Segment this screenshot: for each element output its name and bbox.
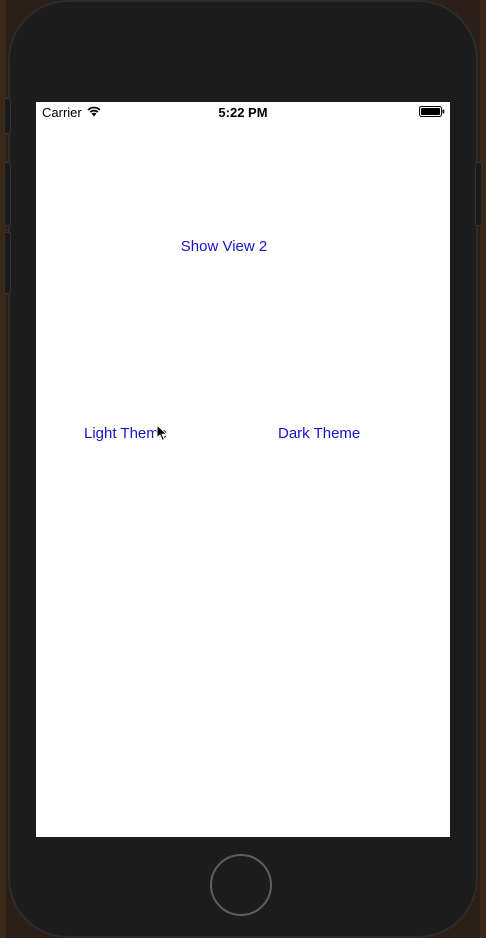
dark-theme-button[interactable]: Dark Theme xyxy=(278,425,364,442)
power-button[interactable] xyxy=(475,162,482,226)
device-screen: Carrier 5:22 PM Show View 2 Light Theme … xyxy=(36,102,450,837)
mouse-pointer-icon xyxy=(156,424,168,442)
volume-down-button[interactable] xyxy=(4,232,11,294)
status-bar: Carrier 5:22 PM xyxy=(36,102,450,122)
volume-up-button[interactable] xyxy=(4,162,11,226)
battery-full-icon xyxy=(419,106,445,117)
show-view-2-button[interactable]: Show View 2 xyxy=(179,238,269,255)
desktop-background-left xyxy=(0,0,6,938)
status-time: 5:22 PM xyxy=(218,105,268,120)
desktop-background-right xyxy=(480,0,486,938)
mute-switch[interactable] xyxy=(4,98,11,134)
home-button[interactable] xyxy=(210,854,272,916)
